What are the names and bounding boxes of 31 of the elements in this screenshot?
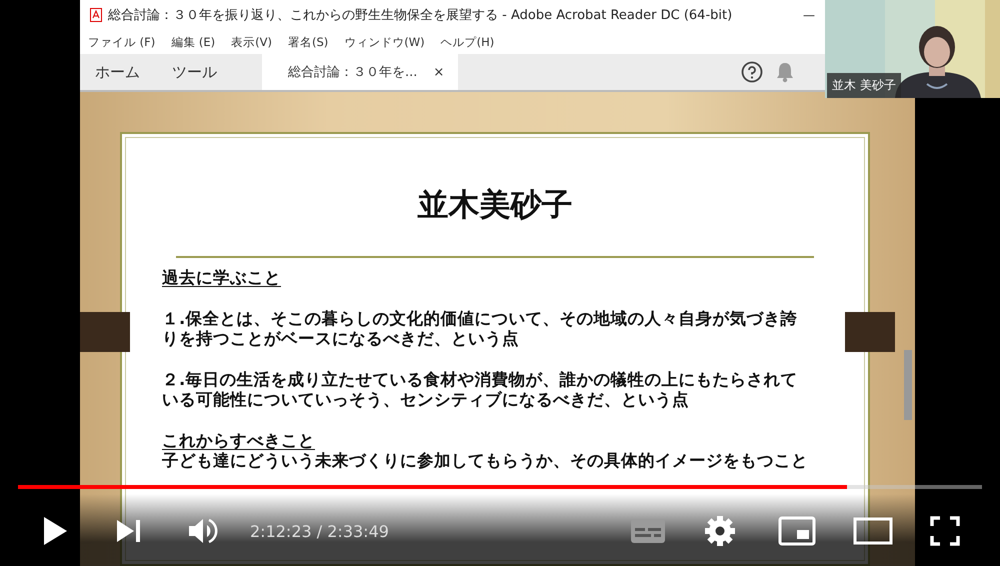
slide-paragraph: １.保全とは、そこの暮らしの文化的価値について、その地域の人々自身が気づき誇りを持つことがベースになるべきだ、という点 <box>162 308 798 350</box>
theater-mode-icon[interactable] <box>853 517 893 545</box>
menu-item[interactable]: ファイル (F) <box>88 34 156 50</box>
minimize-button[interactable]: — <box>803 8 815 22</box>
settings-icon[interactable] <box>704 515 736 547</box>
nav-tab[interactable]: ホーム <box>80 54 157 90</box>
section-heading: これからすべきこと <box>162 430 315 451</box>
slide-text: 子ども達にどういう未来づくりに参加してもらうか、その具体的イメージをもつこと <box>162 451 809 472</box>
scrollbar-thumb[interactable] <box>904 350 912 420</box>
slide-title: 並木美砂子 <box>416 186 574 225</box>
pdf-icon <box>90 8 102 22</box>
nav-tab[interactable]: ツール <box>157 54 234 90</box>
fullscreen-icon[interactable] <box>930 516 960 546</box>
menu-item[interactable]: ウィンドウ(W) <box>344 34 425 50</box>
participant-name: 並木 美砂子 <box>827 73 901 98</box>
window-title: 総合討論：３０年を振り返り、これからの野生生物保全を展望する - Adobe Acrobat Reader DC (64-bit) <box>108 7 732 24</box>
miniplayer-icon[interactable] <box>778 516 816 546</box>
next-icon[interactable] <box>116 519 142 543</box>
menu-item[interactable]: 署名(S) <box>288 34 328 50</box>
menu-item[interactable]: 表示(V) <box>231 34 272 50</box>
slide-paragraph: ２.毎日の生活を成り立たせている食材や消費物が、誰かの犠牲の上にもたらされている可能性についていっそう、センシティブになるべきだ、という点 <box>162 370 798 410</box>
subtitles-icon[interactable] <box>630 518 666 544</box>
close-tab-button[interactable]: × <box>433 64 444 80</box>
volume-icon[interactable] <box>188 517 218 545</box>
play-icon[interactable] <box>42 516 68 546</box>
menu-item[interactable]: 編集 (E) <box>171 34 216 50</box>
time-display: 2:12:23 / 2:33:49 <box>250 522 389 540</box>
help-icon[interactable] <box>741 61 763 83</box>
menu-item[interactable]: ヘルプ(H) <box>440 34 494 50</box>
section-heading: 過去に学ぶこと <box>162 268 281 288</box>
document-tab[interactable]: 総合討論：３０年を... × <box>262 54 458 90</box>
